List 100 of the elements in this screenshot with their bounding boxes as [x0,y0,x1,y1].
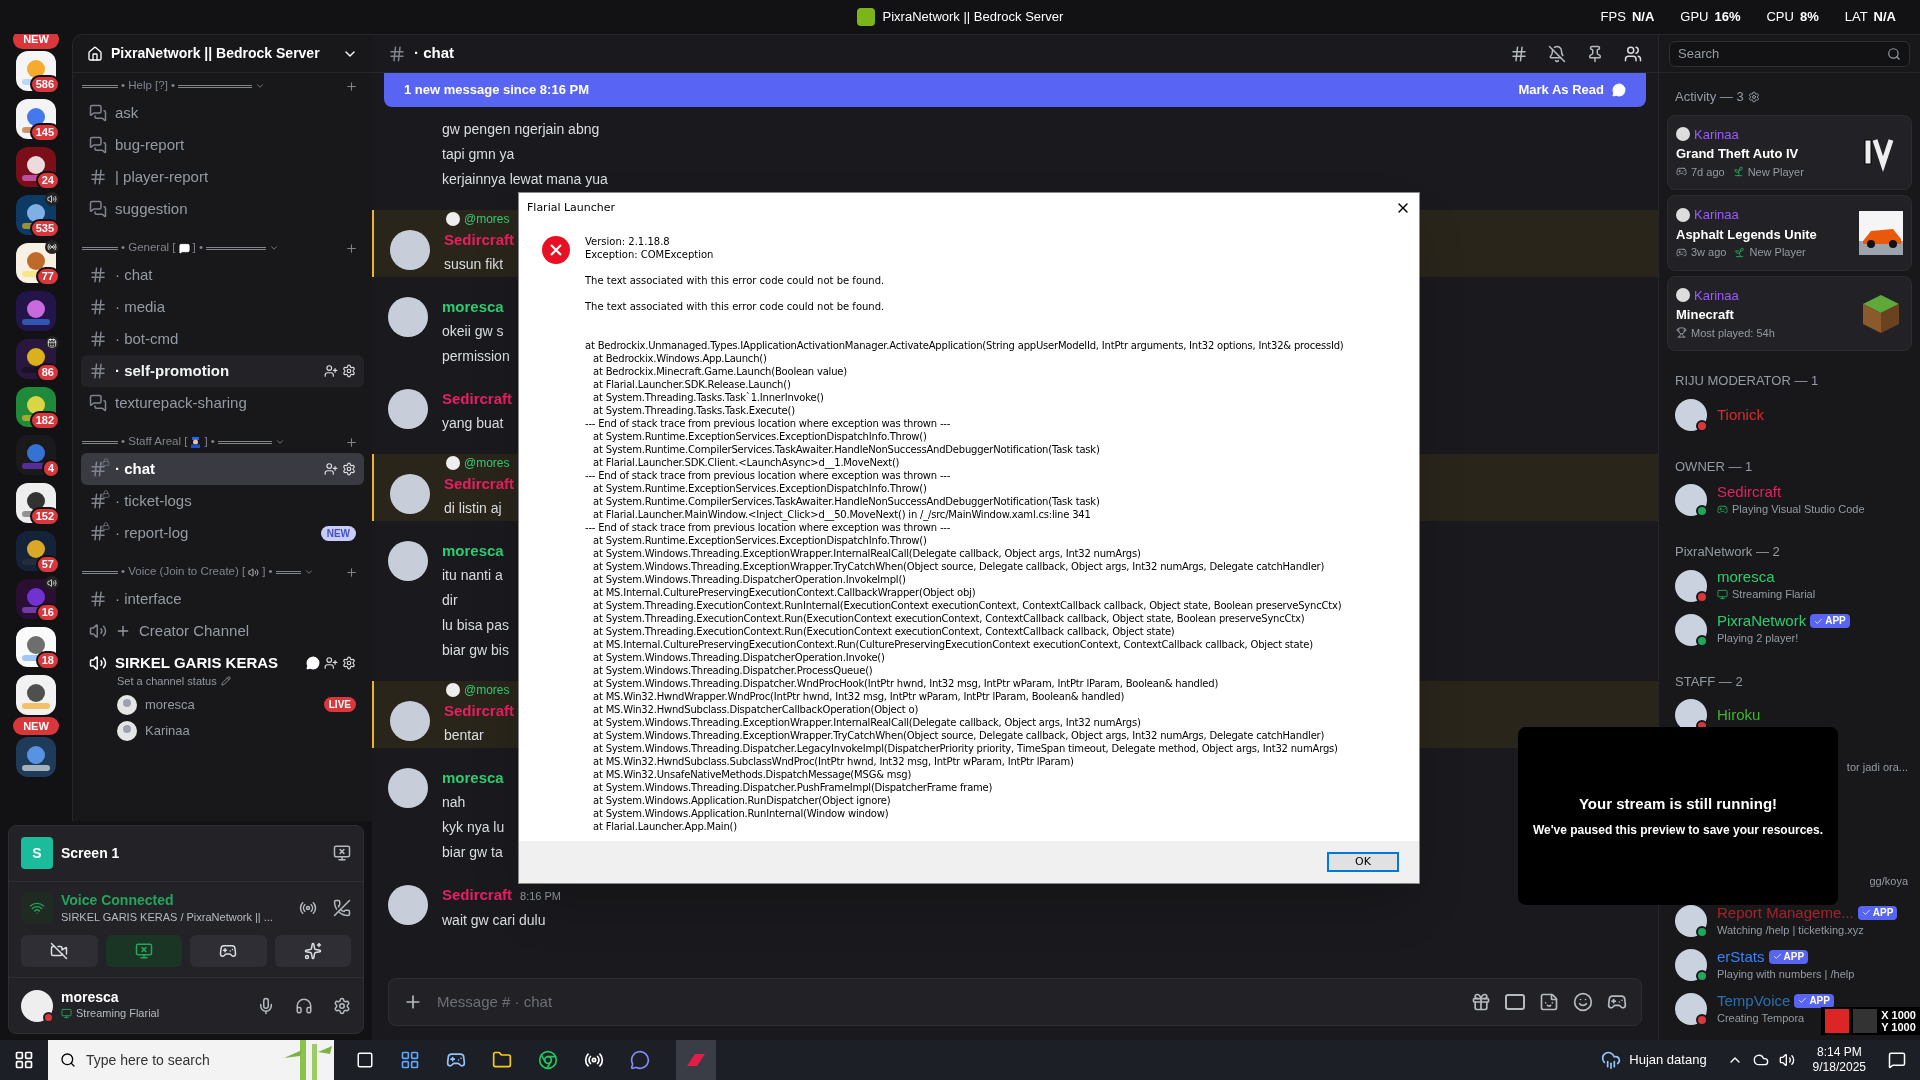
stat-value: 8% [1799,8,1819,27]
member-name: Sedircraft [1717,482,1782,501]
mute-icon[interactable] [1548,44,1566,63]
notifications-icon[interactable] [1888,1051,1906,1069]
chat-app-icon[interactable] [630,1050,650,1070]
members-icon[interactable] [1624,44,1642,63]
invite-icon[interactable] [324,462,338,476]
soundboard-button[interactable] [274,935,351,967]
gift-icon[interactable] [1471,992,1491,1012]
microphone-icon[interactable] [257,996,275,1015]
activity-card[interactable]: Karinaa Minecraft Most played: 54h [1667,275,1912,351]
voice-member[interactable]: moresca LIVE [81,691,364,718]
search-field[interactable]: Search [1678,43,1887,64]
pin-icon[interactable] [1586,44,1604,63]
category-label[interactable]: • Staff Areal [ [121,433,188,451]
speaker-icon [248,566,260,578]
member-item[interactable]: PixraNetwork APP Playing 2 player! [1667,607,1912,652]
taskbar-search[interactable]: Type here to search [86,1049,264,1071]
user-avatar[interactable] [388,297,428,337]
author-name[interactable]: moresca [442,539,504,563]
composer-bar[interactable]: Message # · chat [388,978,1642,1026]
voice-location[interactable]: SIRKEL GARIS KERAS / PixraNetwork || ... [61,908,291,925]
member-item[interactable]: Tionick [1667,392,1912,437]
camera-button[interactable] [21,935,98,967]
stop-stream-icon[interactable] [333,844,351,862]
new-message-banner[interactable]: 1 new message since 8:16 PM Mark As Read [384,73,1646,107]
member-item[interactable]: moresca Streaming Flarial [1667,563,1912,608]
message-input[interactable]: Message # · chat [437,990,1457,1014]
channel-item[interactable]: bug-report [81,129,364,161]
user-avatar[interactable] [388,885,428,925]
author-name[interactable]: Sedircraft [442,387,513,411]
category-label[interactable]: • General [ [121,239,176,257]
member-item[interactable]: Report Manageme... APP Watching /help | ticketking.xyz [1667,899,1912,943]
channel-item[interactable]: · report-log NEW [81,517,364,549]
volume-icon[interactable] [1778,1052,1795,1068]
channel-item[interactable]: | player-report [81,161,364,193]
folder-icon[interactable] [492,1050,512,1070]
channel-item[interactable]: · interface [81,583,364,615]
user-avatar[interactable] [390,701,430,741]
member-item[interactable]: erStats APP Playing with numbers | /help [1667,943,1912,987]
author-name[interactable]: moresca [442,295,504,319]
stack-trace-line: at System.Windows.Threading.ExceptionWrapper.TryCatchWhen(Object source, Delegate callback, Object args, Int32 numArgs, Delegate catchHandler) [592,560,1326,573]
mark-as-read-button[interactable]: Mark As Read [1518,80,1604,100]
invite-icon[interactable] [324,656,338,670]
channel-item[interactable]: · ticket-logs [81,485,364,517]
category-label[interactable]: • Voice (Join to Create) [ [121,563,246,581]
channel-item[interactable]: · chat [81,259,364,291]
channel-item[interactable]: ask [81,97,364,129]
channel-item[interactable]: texturepack-sharing [81,387,364,419]
user-avatar[interactable] [390,230,430,270]
cloud-icon[interactable] [1752,1052,1769,1068]
member-item[interactable]: Sedircraft Playing Visual Studio Code [1667,478,1912,522]
taskbar-search-bar[interactable]: Type here to search [48,1040,334,1080]
author-name[interactable]: Sedircraft [442,883,513,907]
activity-card[interactable]: Karinaa Grand Theft Auto IV 7d ago New Player [1667,114,1912,190]
sticker-icon[interactable] [1539,992,1559,1012]
store-icon[interactable] [400,1050,420,1070]
add-channel-icon[interactable] [345,79,358,93]
headphones-icon[interactable] [295,996,313,1015]
author-name[interactable]: Sedircraft [444,228,515,252]
channel-status[interactable]: Set a channel status [117,673,217,690]
activity-card[interactable]: Karinaa Asphalt Legends Unite 3w ago New Player [1667,195,1912,271]
settings-icon[interactable] [333,996,351,1015]
user-avatar[interactable] [21,989,53,1022]
disconnect-icon[interactable] [333,899,351,918]
ok-button[interactable]: OK [1327,852,1399,872]
app-icon[interactable] [584,1050,604,1070]
activity-button[interactable] [190,935,267,967]
channel-item[interactable]: · bot-cmd [81,323,364,355]
user-avatar[interactable] [388,389,428,429]
channel-item[interactable]: suggestion [81,193,364,225]
gamepad-icon[interactable] [1607,992,1627,1012]
add-channel-icon[interactable] [345,565,358,579]
chat-bubble-icon[interactable] [306,656,320,670]
channel-item[interactable]: Creator Channel [81,615,364,647]
author-name[interactable]: Sedircraft [444,699,515,723]
channel-item[interactable]: · self-promotion [81,355,364,387]
user-name[interactable]: moresca [61,989,249,1006]
stack-trace-line: at System.Windows.Threading.ExceptionWrapper.InternalRealCall(Delegate callback, Object args, Int32 numArgs) [592,547,1142,560]
emoji-icon[interactable] [1573,992,1593,1012]
task-view-icon[interactable] [356,1051,374,1069]
invite-icon[interactable] [324,364,338,378]
channel-item[interactable]: · media [81,291,364,323]
user-avatar[interactable] [390,474,430,514]
author-name[interactable]: Sedircraft [444,472,515,496]
server-header[interactable]: PixraNetwork || Bedrock Server [73,35,372,73]
add-channel-icon[interactable] [345,435,358,449]
browser-icon[interactable] [538,1050,558,1070]
start-icon[interactable] [14,1050,34,1070]
screen-share-button[interactable] [105,935,182,967]
author-name[interactable]: moresca [442,766,504,790]
connection-status[interactable]: Voice Connected [61,891,291,909]
gif-icon[interactable] [1505,994,1525,1010]
add-channel-icon[interactable] [345,241,358,255]
search-bar[interactable]: Search [1669,40,1910,67]
user-avatar[interactable] [388,541,428,581]
channel-item[interactable]: · chat [81,453,364,485]
voice-member[interactable]: Karinaa [81,717,364,744]
user-avatar[interactable] [388,768,428,808]
category-label[interactable]: • Help [?] • [121,77,176,95]
